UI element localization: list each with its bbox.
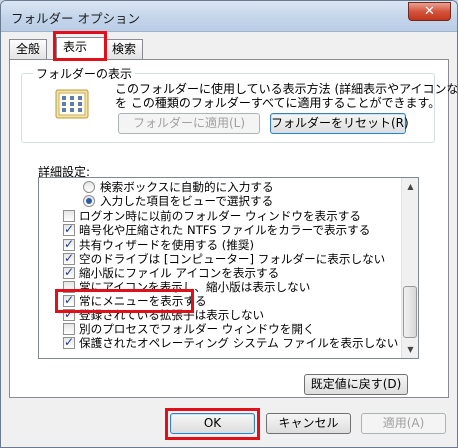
list-item-label: 別のプロセスでフォルダー ウィンドウを開く [79, 322, 315, 336]
title-bar[interactable]: フォルダー オプション ✕ [1, 1, 457, 32]
tab-general[interactable]: 全般 [9, 39, 48, 59]
folder-options-window: フォルダー オプション ✕ 全般 表示 検索 フォルダーの表示 このフォルダーに… [0, 0, 458, 448]
vertical-scrollbar[interactable]: ▲ ▼ [401, 178, 418, 358]
tab-view[interactable]: 表示 [56, 37, 106, 60]
ok-button[interactable]: OK [170, 413, 255, 434]
close-button[interactable]: ✕ [408, 2, 451, 21]
window-title: フォルダー オプション [11, 11, 140, 26]
list-item-label: 縮小版にファイル アイコンを表示する [79, 266, 280, 280]
checkbox[interactable] [63, 237, 75, 251]
checkbox[interactable] [63, 293, 75, 307]
restore-defaults-button[interactable]: 既定値に戻す(D) [304, 374, 408, 395]
scrollbar-thumb[interactable] [403, 286, 417, 338]
list-item-label: 保護されたオペレーティング システム ファイルを表示しない (推奨) [79, 336, 419, 350]
checkbox[interactable] [63, 281, 75, 293]
reset-folders-button[interactable]: フォルダーをリセット(R) [270, 113, 409, 134]
list-item-label: 常にメニューを表示する [79, 294, 207, 308]
close-icon: ✕ [424, 4, 435, 19]
apply-to-folders-button[interactable]: フォルダーに適用(L) [118, 113, 260, 134]
apply-button[interactable]: 適用(A) [361, 413, 446, 434]
list-item-label: 空のドライブは [コンピューター] フォルダーに表示しない [79, 252, 386, 266]
folder-view-description-line2: を この種類のフォルダーすべてに適用することができます。 [115, 96, 441, 110]
list-item-label: 暗号化や圧縮された NTFS ファイルをカラーで表示する [79, 223, 371, 237]
list-item-label: ログオン時に以前のフォルダー ウィンドウを表示する [79, 209, 361, 223]
advanced-settings-list[interactable]: 検索ボックスに自動的に入力する 入力した項目をビューで選択する ログオン時に以前… [38, 177, 419, 359]
tab-search[interactable]: 検索 [105, 39, 144, 59]
checkbox[interactable] [63, 251, 75, 265]
checkbox[interactable] [63, 335, 75, 349]
checkbox[interactable] [63, 323, 75, 335]
checkbox[interactable] [63, 265, 75, 279]
list-item-label: 登録されている拡張子は表示しない [79, 308, 265, 322]
cancel-button[interactable]: キャンセル [266, 413, 351, 434]
list-item-label: 常にアイコンを表示し、縮小版は表示しない [79, 280, 311, 294]
list-item-label: 検索ボックスに自動的に入力する [100, 180, 274, 194]
radio-button[interactable] [83, 181, 95, 193]
radio-button[interactable] [83, 195, 95, 207]
checkbox[interactable] [63, 222, 75, 236]
checkbox[interactable] [63, 307, 75, 321]
list-item-label: 共有ウィザードを使用する (推奨) [79, 238, 255, 252]
scroll-down-icon[interactable]: ▼ [403, 341, 418, 358]
scroll-up-icon[interactable]: ▲ [403, 178, 418, 195]
list-item-label: 入力した項目をビューで選択する [100, 194, 274, 208]
advanced-settings-label: 詳細設定: [38, 165, 91, 179]
tab-strip: 全般 表示 検索 [9, 37, 449, 61]
folder-view-icon [55, 89, 89, 119]
checkbox[interactable] [63, 210, 75, 222]
